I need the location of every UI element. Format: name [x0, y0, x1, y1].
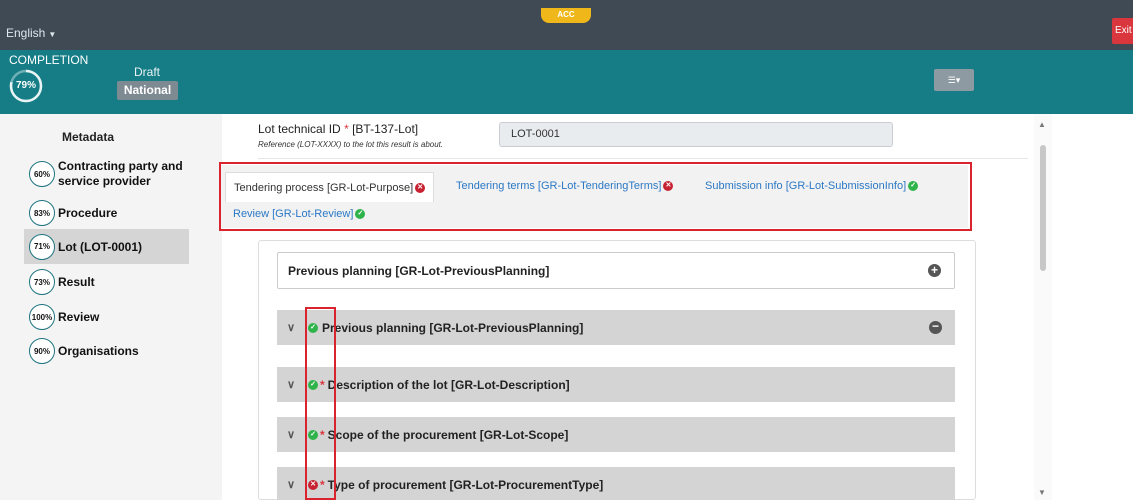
sidebar-item-review[interactable]: 100% Review — [24, 303, 189, 331]
exit-button[interactable]: Exit — [1112, 18, 1133, 44]
sidebar-item-lot[interactable]: 71% Lot (LOT-0001) — [24, 229, 189, 264]
progress-ring: 71% — [29, 233, 55, 260]
scroll-down-icon[interactable]: ▼ — [1038, 488, 1046, 497]
progress-ring: 60% — [29, 161, 55, 187]
sidebar-item-label: Lot (LOT-0001) — [58, 239, 143, 254]
scope-badge: National — [117, 81, 178, 100]
sliders-icon: ☰▾ — [947, 75, 961, 85]
status-label: Draft — [134, 65, 161, 79]
highlight-box-status-icons — [305, 307, 336, 500]
sidebar-item-label: Organisations — [58, 344, 139, 358]
lot-technical-id-label: Lot technical ID * [BT-137-Lot] — [258, 122, 418, 136]
completion-title: COMPLETION — [9, 53, 89, 67]
sidebar-item-label: Procedure — [58, 206, 118, 220]
chevron-down-icon: ∨ — [287, 379, 296, 391]
highlight-box-tabs — [219, 162, 972, 231]
sidebar-item-label: Contracting party and service provider — [58, 159, 183, 188]
progress-ring: 83% — [29, 200, 55, 226]
accordion-label: Scope of the procurement [GR-Lot-Scope] — [327, 427, 569, 442]
settings-dropdown-button[interactable]: ☰▾ — [934, 69, 974, 91]
field-label-text: Lot technical ID — [258, 122, 341, 136]
required-mark: * — [344, 122, 349, 136]
divider — [258, 158, 1028, 159]
accordion-label: Previous planning [GR-Lot-PreviousPlanni… — [322, 320, 584, 335]
scroll-up-icon[interactable]: ▲ — [1038, 120, 1046, 129]
accordion-previous-planning[interactable]: ∨ ✓ Previous planning [GR-Lot-PreviousPl… — [277, 310, 955, 345]
chevron-down-icon: ∨ — [287, 429, 296, 441]
field-code: [BT-137-Lot] — [352, 122, 419, 136]
progress-ring: 90% — [29, 338, 55, 364]
add-icon[interactable]: + — [928, 264, 941, 277]
completion-percent: 79% — [15, 80, 36, 91]
chevron-down-icon: ▼ — [48, 30, 57, 39]
completion-band: COMPLETION 79% Draft National ☰▾ — [0, 50, 1133, 114]
accordion-procurement-type[interactable]: ∨ ✕ * Type of procurement [GR-Lot-Procur… — [277, 467, 955, 500]
sidebar-item-result[interactable]: 73% Result — [24, 268, 189, 296]
accordion-description[interactable]: ∨ ✓ * Description of the lot [GR-Lot-Des… — [277, 367, 955, 402]
sidebar-item-procedure[interactable]: 83% Procedure — [24, 199, 189, 227]
chevron-down-icon: ∨ — [287, 322, 296, 334]
remove-icon[interactable]: − — [929, 320, 942, 334]
sidebar-item-label: Result — [58, 275, 95, 289]
field-help-text: Reference (LOT-XXXX) to the lot this res… — [258, 140, 444, 149]
card-title: Previous planning [GR-Lot-PreviousPlanni… — [288, 263, 550, 278]
progress-ring: 100% — [29, 304, 55, 330]
previous-planning-card[interactable]: Previous planning [GR-Lot-PreviousPlanni… — [277, 252, 955, 289]
sidebar-item-metadata[interactable]: Metadata — [62, 130, 114, 144]
sidebar-item-contracting-party[interactable]: 60% Contracting party and service provid… — [24, 157, 189, 191]
environment-badge: ACC — [541, 8, 591, 23]
lot-technical-id-input[interactable]: LOT-0001 — [499, 122, 893, 147]
chevron-down-icon: ∨ — [287, 479, 296, 491]
progress-ring: 73% — [29, 269, 55, 295]
sidebar-item-label: Review — [58, 310, 100, 324]
accordion-scope[interactable]: ∨ ✓ * Scope of the procurement [GR-Lot-S… — [277, 417, 955, 452]
top-bar: English ▼ ACC Exit — [0, 0, 1133, 50]
sidebar-item-organisations[interactable]: 90% Organisations — [24, 337, 189, 365]
scrollbar-thumb[interactable] — [1040, 145, 1046, 271]
language-selector[interactable]: English ▼ — [6, 26, 56, 40]
accordion-label: Type of procurement [GR-Lot-ProcurementT… — [327, 477, 604, 492]
language-label: English — [6, 26, 46, 40]
accordion-label: Description of the lot [GR-Lot-Descripti… — [327, 377, 570, 392]
